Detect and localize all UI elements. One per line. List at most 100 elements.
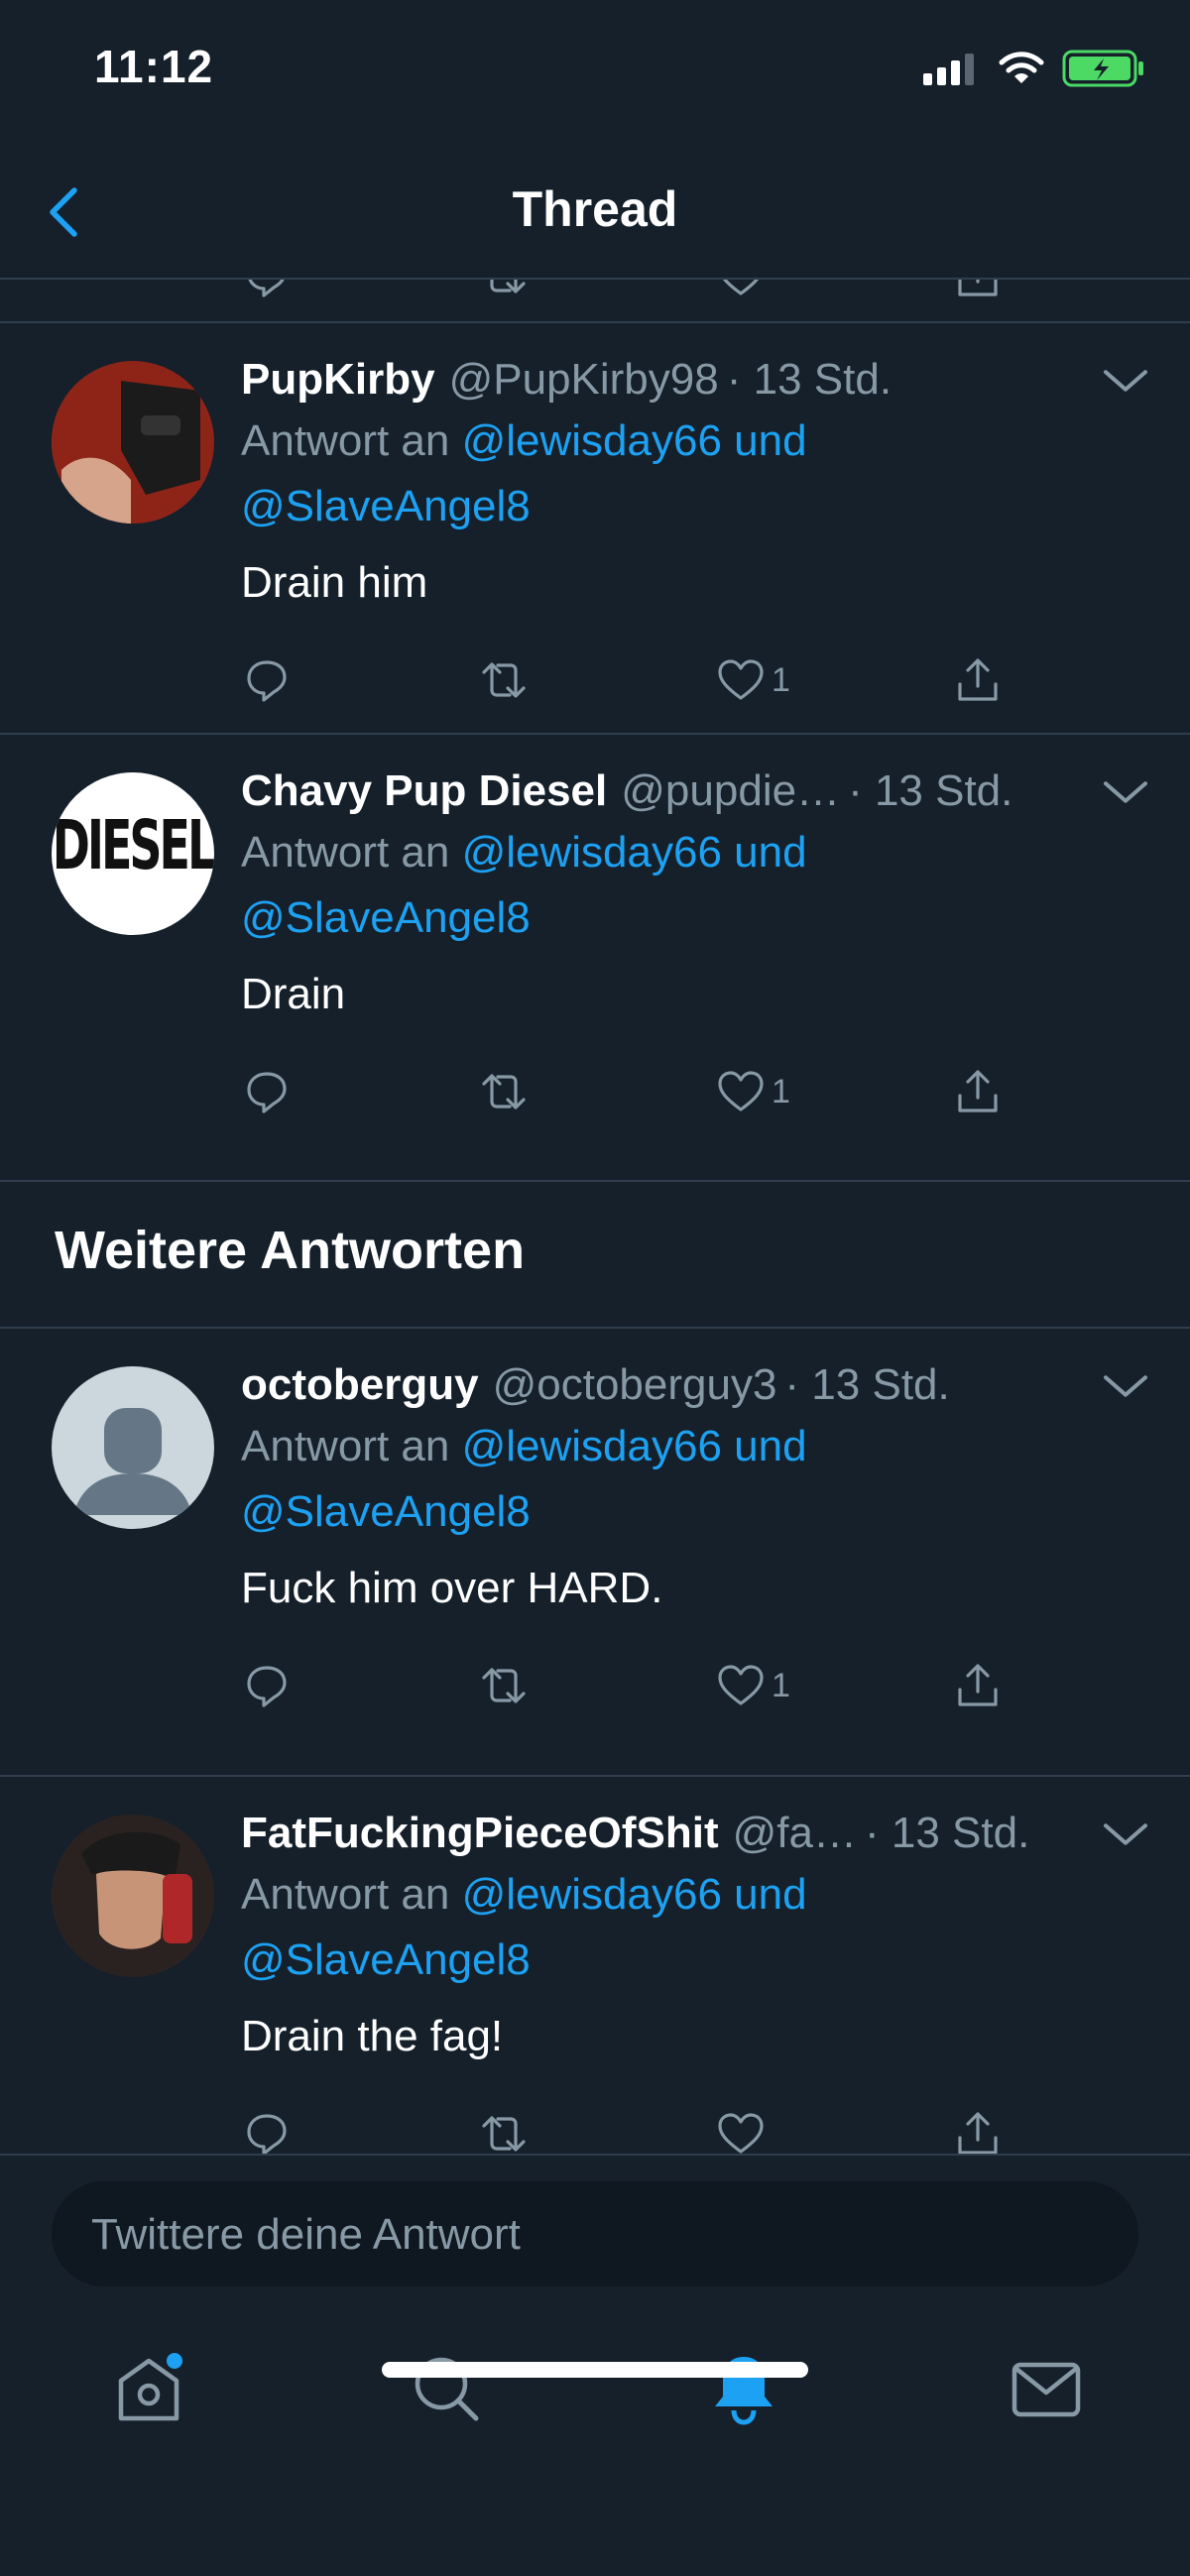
retweet-icon[interactable] [474,280,534,299]
avatar[interactable] [52,361,214,524]
search-icon [415,2357,479,2421]
tab-bar [0,2334,1190,2473]
retweet-icon [474,656,534,704]
mention-link[interactable]: @lewisday66 und [462,416,807,465]
user-avatar-image [52,361,214,524]
display-name[interactable]: octoberguy [241,1356,479,1414]
like-icon [716,2110,766,2154]
mention-link[interactable]: @SlaveAngel8 [241,1487,531,1536]
tweet-actions: 1 [241,1062,1150,1131]
share-icon [954,1662,1002,1709]
chevron-down-icon[interactable] [1101,359,1150,403]
like-icon[interactable] [716,280,766,299]
retweet-button[interactable] [474,1062,534,1121]
retweet-button[interactable] [474,650,534,710]
tweet-actions [241,2104,1150,2154]
reply-context: Antwort an @lewisday66 und @SlaveAngel8 [241,820,1150,951]
reply-prefix: Antwort an [241,1422,462,1470]
reply-composer[interactable] [52,2181,1138,2286]
reply-prefix: Antwort an [241,416,462,465]
reply-button[interactable] [243,1656,291,1715]
tab-search[interactable] [387,2334,506,2443]
tab-home[interactable] [89,2334,208,2443]
user-avatar-image [52,1815,214,1977]
retweet-icon [474,2110,534,2154]
like-button[interactable]: 1 [716,1062,790,1121]
avatar-logo-text: DIESEL [52,804,214,885]
mention-link[interactable]: @lewisday66 und [462,1870,807,1919]
section-title: Weitere Antworten [55,1221,526,1280]
reply-icon [243,1662,291,1709]
home-indicator[interactable] [382,2362,808,2378]
retweet-button[interactable] [474,1656,534,1715]
tweet[interactable]: FatFuckingPieceOfShit @fa… · 13 Std. Ant… [0,1777,1190,2154]
share-icon [954,1068,1002,1115]
share-icon[interactable] [954,280,1002,299]
mention-link[interactable]: @lewisday66 und [462,1422,807,1470]
tweet-actions: 1 [241,1656,1150,1725]
like-button[interactable]: 1 [716,650,790,710]
reply-context: Antwort an @lewisday66 und @SlaveAngel8 [241,1862,1150,1993]
tweet-text: Fuck him over HARD. [241,1564,663,1612]
share-button[interactable] [954,650,1002,710]
user-handle[interactable]: @pupdie… [621,762,840,820]
user-handle[interactable]: @PupKirby98 [449,351,719,409]
display-name[interactable]: PupKirby [241,351,435,409]
share-button[interactable] [954,1062,1002,1121]
avatar[interactable]: DIESEL [52,772,214,935]
mail-icon [1012,2362,1081,2417]
display-name[interactable]: FatFuckingPieceOfShit [241,1805,719,1862]
reply-icon [243,1068,291,1115]
tweet-time: · 13 Std. [865,1809,1030,1857]
tweet-time: · 13 Std. [726,355,892,404]
tab-messages[interactable] [987,2334,1106,2443]
like-count: 1 [772,1666,790,1704]
status-time: 11:12 [94,41,214,92]
share-button[interactable] [954,1656,1002,1715]
avatar[interactable] [52,1366,214,1529]
reply-context: Antwort an @lewisday66 und @SlaveAngel8 [241,1414,1150,1545]
like-button[interactable]: 1 [716,1656,790,1715]
retweet-icon [474,1662,534,1709]
tweet-time: · 13 Std. [784,1360,950,1409]
share-button[interactable] [954,2104,1002,2154]
mention-link[interactable]: @SlaveAngel8 [241,482,531,530]
chevron-down-icon[interactable] [1101,1813,1150,1856]
share-icon [954,2110,1002,2154]
chevron-down-icon[interactable] [1101,770,1150,814]
retweet-button[interactable] [474,2104,534,2154]
like-icon [716,1068,766,1115]
tweet[interactable]: DIESEL Chavy Pup Diesel @pupdie… · 13 St… [0,735,1190,1182]
default-avatar-icon [73,1408,192,1515]
chevron-down-icon[interactable] [1101,1364,1150,1408]
mention-link[interactable]: @SlaveAngel8 [241,1935,531,1984]
like-icon [716,1662,766,1709]
reply-icon[interactable] [243,280,291,299]
like-button[interactable] [716,2104,772,2154]
reply-input[interactable] [89,2205,1081,2265]
avatar[interactable] [52,1815,214,1977]
reply-button[interactable] [243,1062,291,1121]
like-icon [716,656,766,704]
previous-tweet-actions [0,280,1190,323]
page-title: Thread [512,181,678,237]
tweet-text: Drain him [241,558,428,607]
reply-button[interactable] [243,650,291,710]
reply-context: Antwort an @lewisday66 und @SlaveAngel8 [241,409,1150,539]
battery-icon [1062,50,1143,87]
tab-notifications[interactable] [684,2334,803,2443]
user-handle[interactable]: @fa… [733,1805,857,1862]
tweet-text: Drain the fag! [241,2012,504,2060]
section-heading: Weitere Antworten [0,1182,1190,1329]
mention-link[interactable]: @lewisday66 und [462,828,807,877]
mention-link[interactable]: @SlaveAngel8 [241,893,531,942]
tweet[interactable]: PupKirby @PupKirby98 · 13 Std. Antwort a… [0,323,1190,735]
reply-button[interactable] [243,2104,291,2154]
reply-prefix: Antwort an [241,1870,462,1919]
reply-icon [243,656,291,704]
bell-icon [715,2357,773,2425]
user-handle[interactable]: @octoberguy3 [493,1356,777,1414]
share-icon [954,656,1002,704]
display-name[interactable]: Chavy Pup Diesel [241,762,607,820]
tweet[interactable]: octoberguy @octoberguy3 · 13 Std. Antwor… [0,1329,1190,1777]
